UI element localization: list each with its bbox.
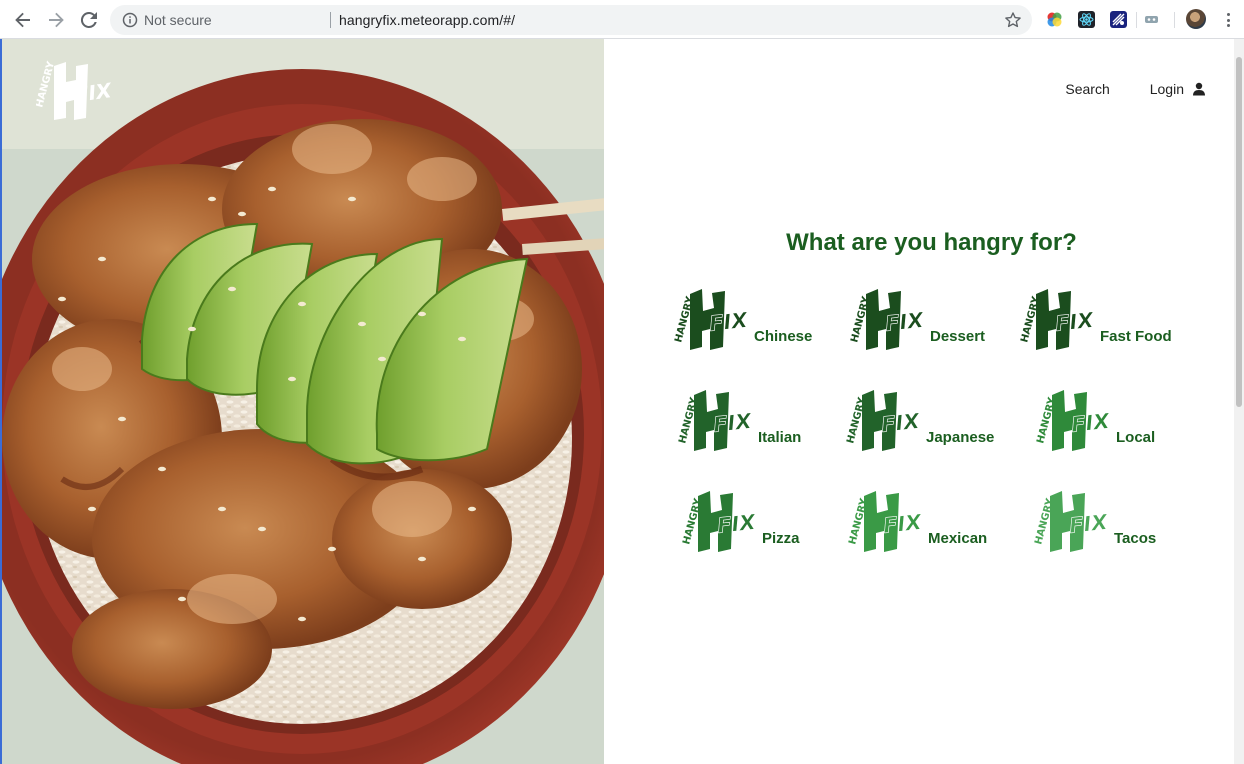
page-heading: What are you hangry for? <box>786 229 1077 256</box>
hangry-fix-logo-icon: HANGRY FIX <box>673 289 750 350</box>
main-content: Search Login What are you hangry for? HA… <box>604 39 1234 764</box>
hangry-fix-logo-icon: HANGRY FIX <box>677 390 754 451</box>
reload-icon[interactable] <box>78 9 100 31</box>
hangry-fix-logo-icon: HANGRY FIX <box>849 289 926 350</box>
category-chinese[interactable]: HANGRY FIX Chinese <box>672 287 812 353</box>
hangry-fix-logo-icon: HANGRY FIX <box>847 491 924 552</box>
category-label: Mexican <box>928 530 988 547</box>
address-bar[interactable]: Not secure hangryfix.meteorapp.com/#/ <box>110 5 1032 35</box>
category-italian[interactable]: HANGRY FIX Italian <box>676 388 801 454</box>
svg-text:FIX: FIX <box>1070 409 1112 437</box>
svg-text:FIX: FIX <box>73 78 114 107</box>
category-tacos[interactable]: HANGRY FIX Tacos <box>1032 489 1156 555</box>
hangry-fix-logo[interactable]: HANGRY FIX <box>34 60 114 122</box>
forward-arrow-icon[interactable] <box>45 9 67 31</box>
browser-toolbar: Not secure hangryfix.meteorapp.com/#/ <box>0 0 1244 39</box>
hangry-fix-logo-icon: HANGRY FIX <box>1033 491 1110 552</box>
category-label: Dessert <box>930 328 986 345</box>
toolbar-divider <box>1174 12 1175 28</box>
user-icon <box>1193 82 1205 96</box>
hangry-fix-logo-icon: HANGRY FIX <box>1035 390 1112 451</box>
toolbar-divider <box>1136 12 1137 28</box>
svg-text:FIX: FIX <box>712 409 754 437</box>
url-text[interactable]: hangryfix.meteorapp.com/#/ <box>339 12 515 28</box>
more-menu-icon[interactable] <box>1221 10 1235 30</box>
address-divider <box>330 12 331 28</box>
category-label: Chinese <box>754 328 813 345</box>
meteor-devtools-icon[interactable] <box>1110 11 1127 28</box>
svg-text:FIX: FIX <box>1068 510 1110 538</box>
login-link-label: Login <box>1149 81 1184 97</box>
category-label: Japanese <box>926 429 995 446</box>
svg-text:FIX: FIX <box>882 510 924 538</box>
category-label: Fast Food <box>1100 328 1172 345</box>
color-picker-extension-icon[interactable] <box>1046 11 1063 28</box>
category-fast-food[interactable]: HANGRY FIX Fast Food <box>1018 287 1172 353</box>
category-pizza[interactable]: HANGRY FIX Pizza <box>680 489 800 555</box>
login-link[interactable]: Login <box>1150 81 1206 97</box>
hero-food-photo <box>2 39 604 764</box>
page-scrollbar[interactable] <box>1234 39 1244 764</box>
category-local[interactable]: HANGRY FIX Local <box>1034 388 1155 454</box>
category-label: Pizza <box>762 530 800 547</box>
security-status[interactable]: Not secure <box>144 12 212 28</box>
svg-text:FIX: FIX <box>880 409 922 437</box>
svg-text:FIX: FIX <box>708 308 750 336</box>
top-navigation: Search Login <box>1065 81 1206 97</box>
svg-text:FIX: FIX <box>716 510 758 538</box>
category-mexican[interactable]: HANGRY FIX Mexican <box>846 489 987 555</box>
info-icon[interactable] <box>122 12 138 28</box>
category-japanese[interactable]: HANGRY FIX Japanese <box>844 388 994 454</box>
scrollbar-thumb[interactable] <box>1236 57 1242 407</box>
search-link[interactable]: Search <box>1065 81 1109 97</box>
hangry-fix-logo-icon: HANGRY FIX <box>1019 289 1096 350</box>
hangry-fix-logo-icon: HANGRY FIX <box>845 390 922 451</box>
svg-text:FIX: FIX <box>884 308 926 336</box>
react-devtools-icon[interactable] <box>1078 11 1095 28</box>
bookmark-star-icon[interactable] <box>1004 11 1022 29</box>
category-label: Tacos <box>1114 530 1157 547</box>
search-link-label: Search <box>1065 81 1110 97</box>
profile-avatar[interactable] <box>1186 9 1206 29</box>
extension-puzzle-icon[interactable] <box>1143 11 1160 28</box>
category-dessert[interactable]: HANGRY FIX Dessert <box>848 287 985 353</box>
category-label: Local <box>1116 429 1156 446</box>
svg-text:FIX: FIX <box>1054 308 1096 336</box>
hangry-fix-logo-icon: HANGRY FIX <box>681 491 758 552</box>
back-arrow-icon[interactable] <box>12 9 34 31</box>
category-label: Italian <box>758 429 802 446</box>
